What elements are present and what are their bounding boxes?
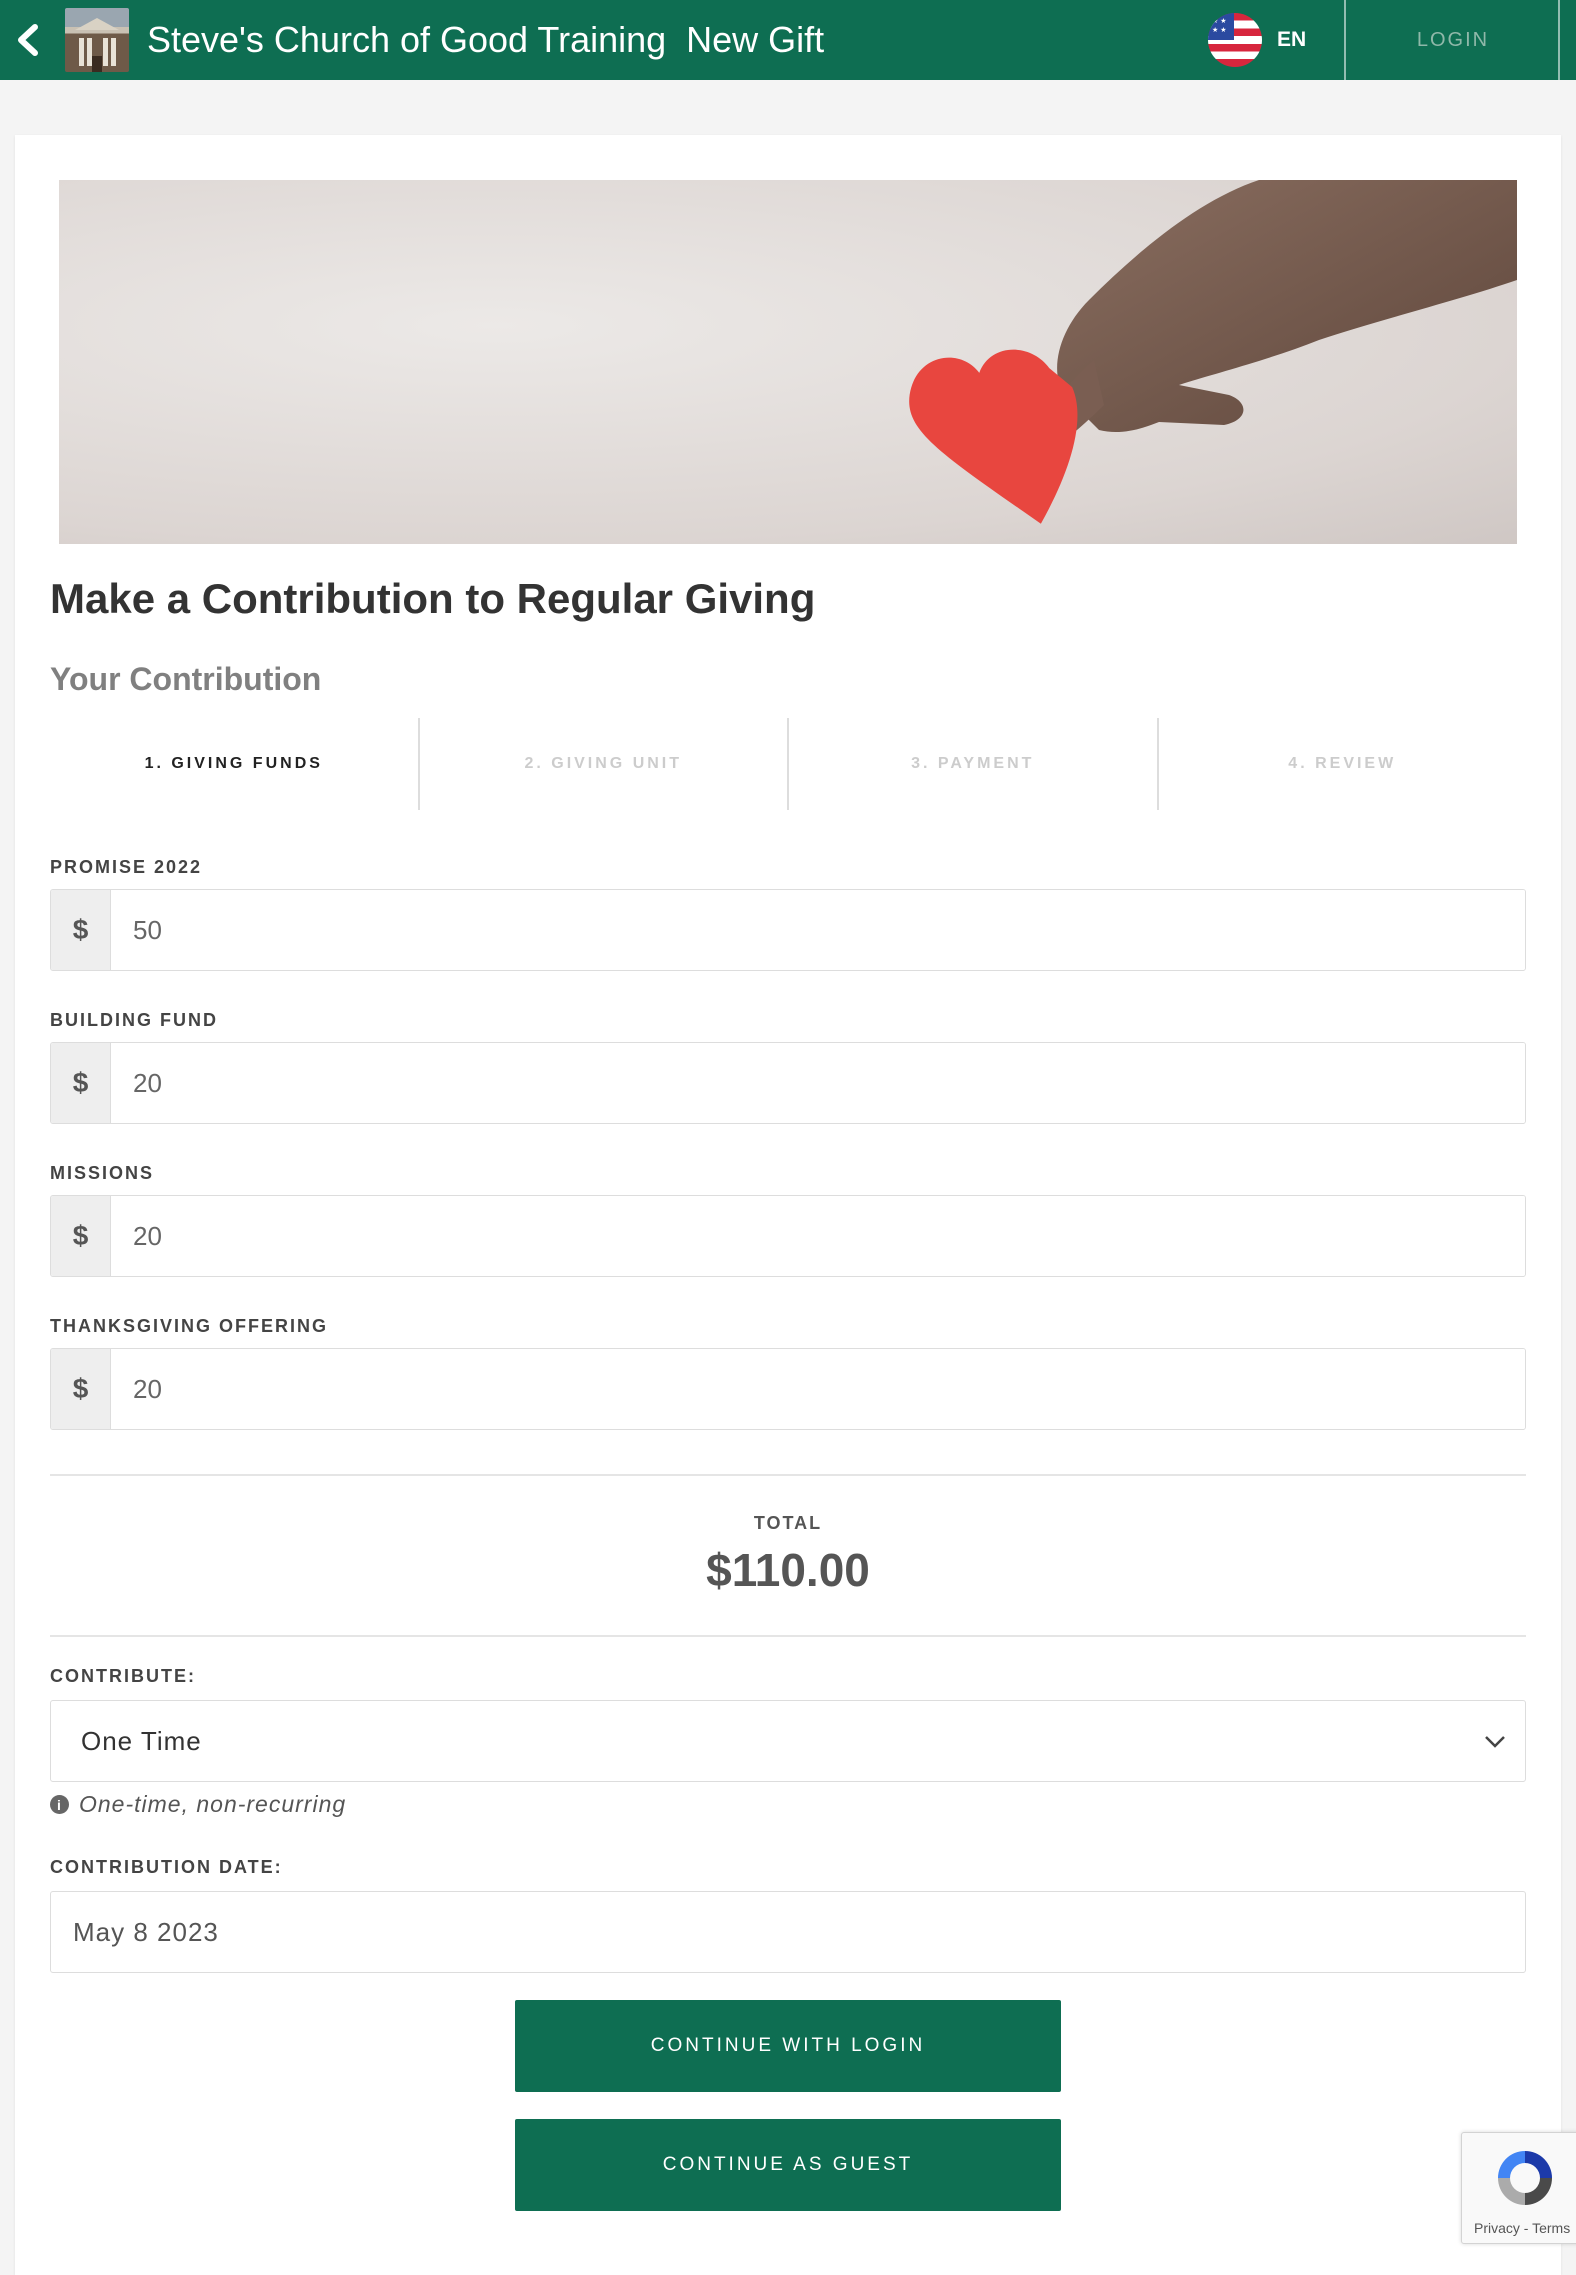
fund-amount-field: $ <box>50 1348 1526 1430</box>
chevron-down-icon <box>1485 1736 1505 1748</box>
currency-prefix: $ <box>51 890 111 970</box>
fund-amount-field: $ <box>50 1042 1526 1124</box>
fund-amount-field: $ <box>50 1195 1526 1277</box>
currency-prefix: $ <box>51 1196 111 1276</box>
section-subtitle: Your Contribution <box>50 661 322 697</box>
continue-as-guest-button[interactable]: CONTINUE AS GUEST <box>515 2119 1061 2211</box>
contribution-date-input[interactable] <box>50 1891 1526 1973</box>
us-flag-icon <box>1208 13 1262 67</box>
building-fund-input[interactable] <box>111 1043 1525 1123</box>
contribute-label: CONTRIBUTE: <box>50 1666 196 1686</box>
recaptcha-links[interactable]: Privacy - Terms <box>1474 2220 1570 2236</box>
top-bar: Steve's Church of Good Training New Gift… <box>0 0 1576 80</box>
contribute-help: i One-time, non-recurring <box>50 1791 346 1818</box>
recaptcha-badge[interactable]: Privacy - Terms <box>1461 2132 1576 2244</box>
recaptcha-icon <box>1498 2151 1552 2205</box>
page-title: Make a Contribution to Regular Giving <box>50 575 816 622</box>
fund-label-missions: MISSIONS <box>50 1163 155 1183</box>
step-giving-funds[interactable]: 1. GIVING FUNDS <box>50 718 418 810</box>
currency-prefix: $ <box>51 1043 111 1123</box>
page-subtitle: New Gift <box>686 19 825 60</box>
fund-amount-field: $ <box>50 889 1526 971</box>
divider <box>50 1635 1526 1637</box>
continue-with-login-button[interactable]: CONTINUE WITH LOGIN <box>515 2000 1061 2092</box>
step-review[interactable]: 4. REVIEW <box>1156 718 1527 810</box>
total-amount: $110.00 <box>706 1544 870 1596</box>
fund-label-building-fund: BUILDING FUND <box>50 1010 218 1030</box>
contribute-frequency-select[interactable]: One Time <box>50 1700 1526 1782</box>
divider <box>50 1474 1526 1476</box>
hand-holding-heart-image <box>909 180 1517 524</box>
step-giving-unit[interactable]: 2. GIVING UNIT <box>417 718 788 810</box>
step-payment[interactable]: 3. PAYMENT <box>787 718 1157 810</box>
language-code: EN <box>1277 28 1307 51</box>
contribute-help-text: One-time, non-recurring <box>79 1791 347 1817</box>
contribution-card: Make a Contribution to Regular Giving Yo… <box>15 135 1561 2275</box>
currency-prefix: $ <box>51 1349 111 1429</box>
login-button[interactable]: LOGIN <box>1346 0 1560 80</box>
step-tabs: 1. GIVING FUNDS 2. GIVING UNIT 3. PAYMEN… <box>50 718 1526 810</box>
missions-input[interactable] <box>111 1196 1525 1276</box>
fund-label-thanksgiving-offering: THANKSGIVING OFFERING <box>50 1316 329 1336</box>
organization-name: Steve's Church of Good Training <box>147 19 667 60</box>
contribution-date-label: CONTRIBUTION DATE: <box>50 1857 283 1877</box>
chevron-left-icon <box>18 24 38 56</box>
contribute-frequency-value: One Time <box>81 1725 202 1756</box>
promise-2022-input[interactable] <box>111 890 1525 970</box>
fund-label-promise-2022: PROMISE 2022 <box>50 857 203 877</box>
header-divider <box>1558 0 1560 80</box>
thanksgiving-offering-input[interactable] <box>111 1349 1525 1429</box>
info-icon: i <box>50 1795 69 1814</box>
back-button[interactable] <box>0 0 56 80</box>
language-selector[interactable]: EN <box>1208 12 1306 68</box>
hero-image <box>59 180 1517 544</box>
total-label: TOTAL <box>753 1513 823 1533</box>
church-logo <box>65 8 129 72</box>
